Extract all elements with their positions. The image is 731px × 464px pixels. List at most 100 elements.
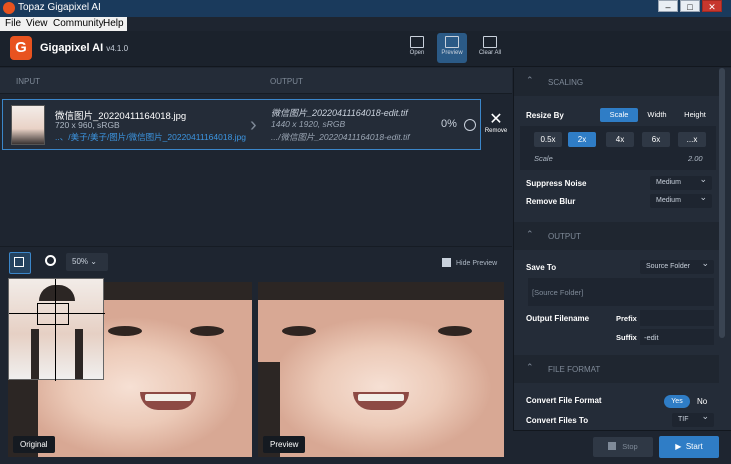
menu-view[interactable]: View (26, 18, 48, 29)
folder-icon (410, 36, 424, 48)
queue-file-row[interactable]: 微信图片_20220411164018.jpg 720 x 960, sRGB … (2, 99, 481, 150)
file-format-section-header[interactable]: ⌃ FILE FORMAT (514, 355, 719, 383)
file-format-title: FILE FORMAT (548, 365, 601, 374)
menu-file[interactable]: File (5, 18, 21, 29)
out-eye-left (282, 326, 316, 336)
remove-blur-select[interactable]: Medium (650, 192, 712, 208)
queue-empty-area (0, 152, 512, 246)
panel-scrollbar[interactable] (719, 68, 725, 338)
input-column-label: INPUT (16, 77, 40, 86)
scale-label: Scale (534, 154, 553, 163)
navigator-icon (14, 257, 24, 267)
stop-button[interactable]: Stop (593, 437, 653, 457)
convert-files-to-select[interactable]: TIF (672, 411, 714, 427)
scaling-section-header[interactable]: ⌃ SCALING (514, 68, 719, 96)
resize-mode-width[interactable]: Width (640, 108, 674, 122)
clear-all-label: Clear All (478, 50, 502, 56)
crosshair-vertical (55, 279, 56, 381)
hide-preview-label: Hide Preview (456, 260, 498, 267)
gigapixel-logo-icon: G (10, 36, 32, 60)
open-button[interactable]: Open (402, 33, 432, 63)
chevron-up-icon: ⌃ (526, 229, 534, 239)
zoom-icon[interactable] (45, 255, 56, 266)
scaling-title: SCALING (548, 78, 584, 87)
remove-label: Remove (484, 128, 508, 134)
navigator-minimap[interactable] (8, 278, 105, 381)
action-bar: Stop ▶ Start (513, 430, 731, 464)
save-to-select[interactable]: Source Folder (640, 258, 714, 274)
input-file-path: ..、/美子/美子/图片/微信图片_20220411164018.jpg (55, 132, 247, 142)
preview-label: Preview (441, 50, 463, 56)
input-file-meta: 720 x 960, sRGB (55, 120, 120, 130)
viewport-box[interactable] (37, 303, 69, 325)
stop-icon (608, 442, 617, 450)
close-window-button[interactable]: ✕ (702, 0, 722, 12)
suppress-noise-select[interactable]: Medium (650, 174, 712, 190)
scale-custom-button[interactable]: ...x (678, 132, 706, 147)
zoom-value: 50% (72, 257, 89, 266)
file-thumbnail (11, 105, 45, 145)
original-label: Original (13, 436, 55, 453)
suffix-input[interactable]: -edit (640, 329, 714, 345)
resize-mode-scale[interactable]: Scale (600, 108, 638, 122)
prefix-label: Prefix (616, 314, 637, 323)
chevron-up-icon: ⌃ (526, 75, 534, 85)
resize-mode-height[interactable]: Height (676, 108, 714, 122)
crosshair-horizontal (9, 313, 105, 314)
chevron-up-icon: ⌃ (526, 362, 534, 372)
play-icon: ▶ (675, 442, 686, 451)
split-view-icon (445, 36, 459, 48)
window-title: Topaz Gigapixel AI (18, 2, 101, 13)
clear-all-button[interactable]: Clear All (475, 33, 505, 63)
output-section-header[interactable]: ⌃ OUTPUT (514, 222, 719, 250)
output-preview-pane[interactable]: Preview (258, 282, 504, 457)
convert-format-no[interactable]: No (697, 397, 707, 406)
navigator-toggle-button[interactable] (9, 252, 31, 274)
eye-left (108, 326, 142, 336)
zoom-select[interactable]: 50% ⌄ (66, 253, 108, 271)
preview-toolbar: 50% ⌄ Hide Preview (0, 246, 512, 278)
app-header: G Gigapixel AI v4.1.0 Open Preview Clear… (0, 31, 731, 67)
start-label: Start (685, 442, 703, 451)
scale-0.5x-button[interactable]: 0.5x (534, 132, 562, 147)
out-eye-right (438, 326, 472, 336)
remove-blur-label: Remove Blur (526, 197, 576, 206)
convert-file-format-label: Convert File Format (526, 396, 602, 405)
menu-bar: File View Community Help (0, 17, 127, 31)
output-file-name: 微信图片_20220411164018-edit.tif (271, 108, 408, 118)
preview-button[interactable]: Preview (437, 33, 467, 63)
scale-6x-button[interactable]: 6x (642, 132, 670, 147)
menu-help[interactable]: Help (103, 18, 124, 29)
preview-label-badge: Preview (263, 436, 306, 453)
prefix-input[interactable] (640, 310, 714, 326)
scale-value: 2.00 (688, 154, 703, 163)
convert-files-to-label: Convert Files To (526, 416, 589, 425)
source-folder-field[interactable]: [Source Folder] (528, 278, 714, 306)
menu-community[interactable]: Community (53, 18, 104, 29)
suppress-noise-label: Suppress Noise (526, 179, 587, 188)
settings-panel: ⌃ SCALING Resize By Scale Width Height 0… (513, 68, 731, 464)
maximize-button[interactable]: □ (680, 0, 700, 12)
out-teeth (358, 394, 404, 401)
output-file-path: .../微信图片_20220411164018-edit.tif (271, 132, 410, 142)
open-label: Open (409, 50, 425, 56)
hide-preview-toggle[interactable]: Hide Preview (442, 258, 497, 267)
start-button[interactable]: ▶ Start (659, 436, 719, 458)
output-file-meta: 1440 x 1920, sRGB (271, 119, 346, 129)
progress-percent: 0% (441, 118, 457, 130)
minimize-button[interactable]: – (658, 0, 678, 12)
save-to-label: Save To (526, 263, 557, 272)
progress-ring-icon (464, 119, 476, 131)
chevron-right-icon: › (250, 114, 257, 136)
stop-label: Stop (622, 442, 638, 451)
convert-format-yes[interactable]: Yes (664, 395, 690, 408)
resize-by-label: Resize By (526, 111, 564, 120)
remove-button[interactable]: ✕ Remove (483, 112, 509, 140)
app-icon (3, 2, 15, 14)
app-name-text: Gigapixel AI (40, 42, 104, 54)
scale-2x-button[interactable]: 2x (568, 132, 596, 147)
mini-hair-left (31, 329, 39, 379)
output-title: OUTPUT (548, 232, 581, 241)
scale-4x-button[interactable]: 4x (606, 132, 634, 147)
app-version: v4.1.0 (106, 44, 129, 53)
